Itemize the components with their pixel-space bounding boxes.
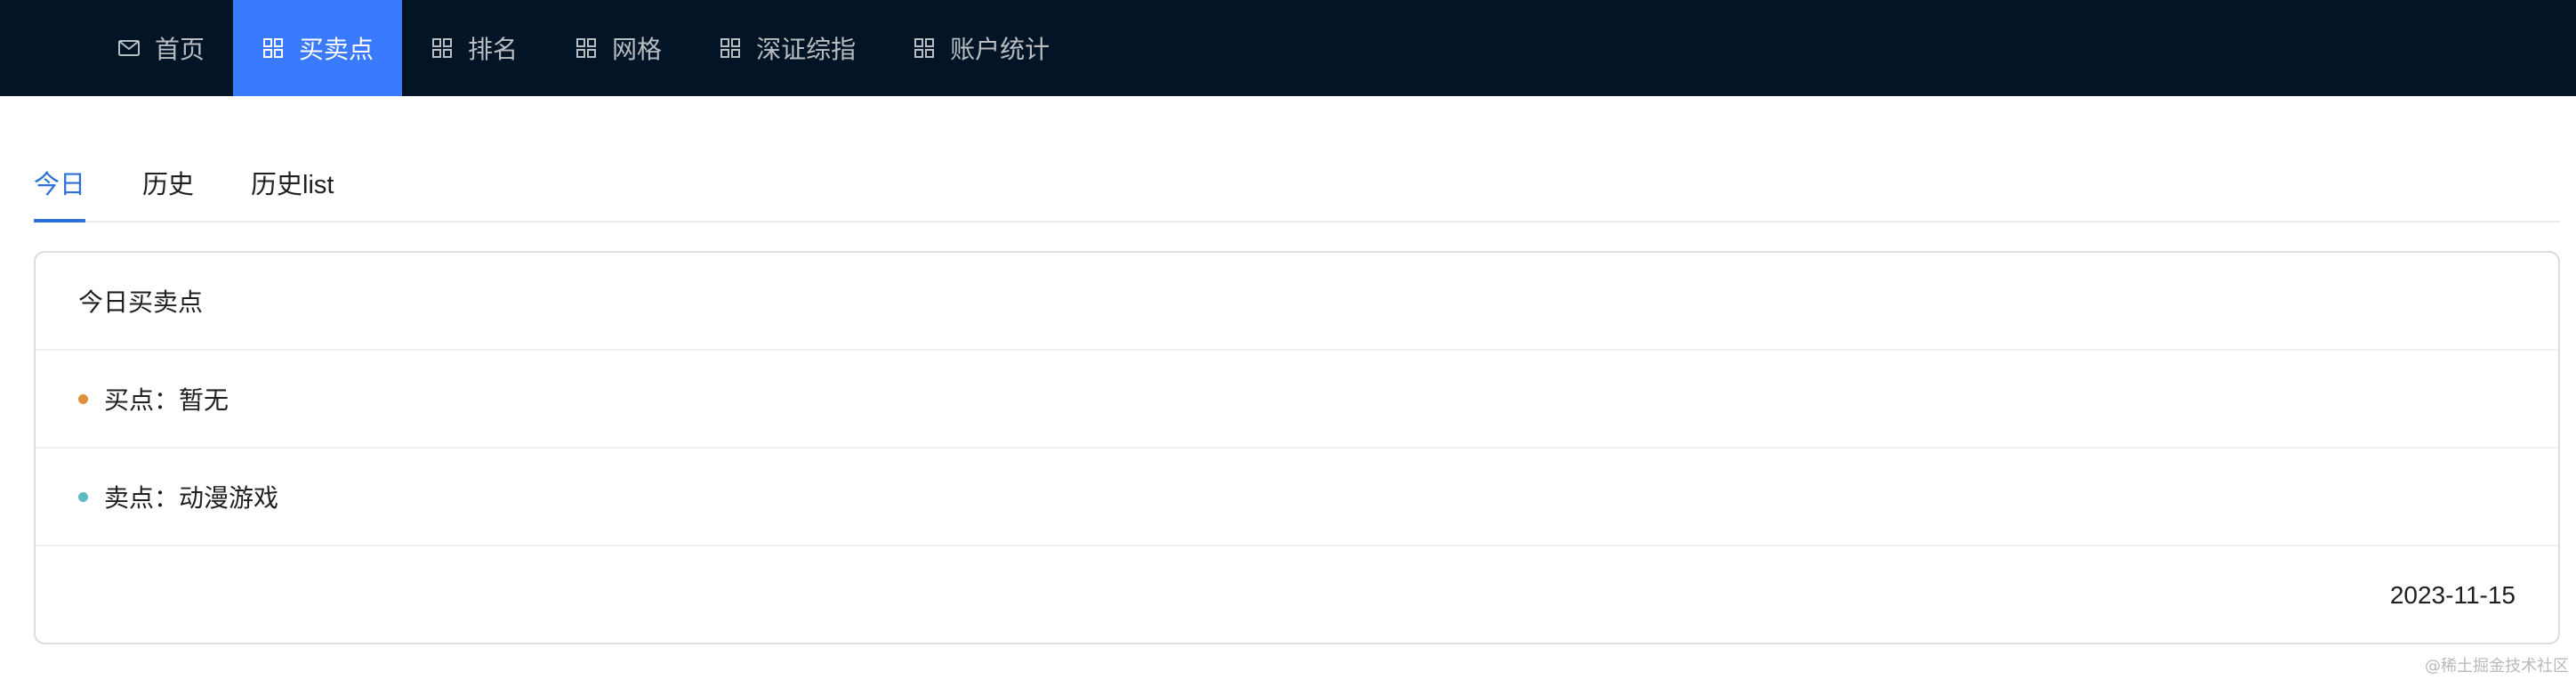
grid-icon [575, 36, 598, 60]
watermark: @稀土掘金技术社区 [2425, 657, 2569, 676]
card-title-row: 今日买卖点 [36, 253, 2558, 351]
nav-item-label: 买卖点 [299, 36, 374, 63]
nav-item-account-stats[interactable]: 账户统计 [884, 0, 1078, 96]
grid-icon [431, 36, 454, 60]
buy-dot-icon [78, 393, 88, 404]
nav-item-ranking[interactable]: 排名 [402, 0, 546, 96]
tab-today[interactable]: 今日 [34, 142, 86, 223]
card-footer: 2023-11-15 [36, 546, 2558, 643]
nav-item-grid[interactable]: 网格 [546, 0, 690, 96]
buy-sell-card: 今日买卖点 买点：暂无 卖点：动漫游戏 2023-11-15 [34, 251, 2560, 644]
grid-icon [262, 36, 285, 60]
sell-dot-icon [78, 491, 88, 502]
nav-item-home[interactable]: 首页 [89, 0, 233, 96]
tab-bar: 今日 历史 历史list [34, 142, 2560, 223]
grid-icon [913, 36, 936, 60]
card-title: 今日买卖点 [78, 288, 204, 316]
nav-item-label: 网格 [612, 36, 663, 63]
tab-history-list[interactable]: 历史list [251, 142, 334, 221]
grid-icon [719, 36, 742, 60]
nav-item-label: 排名 [468, 36, 519, 63]
tab-history[interactable]: 历史 [142, 142, 194, 221]
top-nav: 首页 买卖点 排名 网格 深证综指 账户统计 [0, 0, 2576, 96]
nav-item-label: 首页 [155, 36, 205, 63]
nav-item-szse-index[interactable]: 深证综指 [690, 0, 884, 96]
buy-point-row: 买点：暂无 [36, 351, 2558, 449]
mail-icon [117, 36, 141, 60]
sell-point-text: 卖点：动漫游戏 [104, 484, 279, 512]
nav-item-label: 账户统计 [950, 36, 1051, 63]
card-date: 2023-11-15 [2389, 581, 2516, 609]
buy-point-text: 买点：暂无 [104, 386, 229, 414]
sell-point-row: 卖点：动漫游戏 [36, 449, 2558, 546]
nav-item-buy-sell[interactable]: 买卖点 [233, 0, 403, 96]
nav-item-label: 深证综指 [756, 36, 857, 63]
